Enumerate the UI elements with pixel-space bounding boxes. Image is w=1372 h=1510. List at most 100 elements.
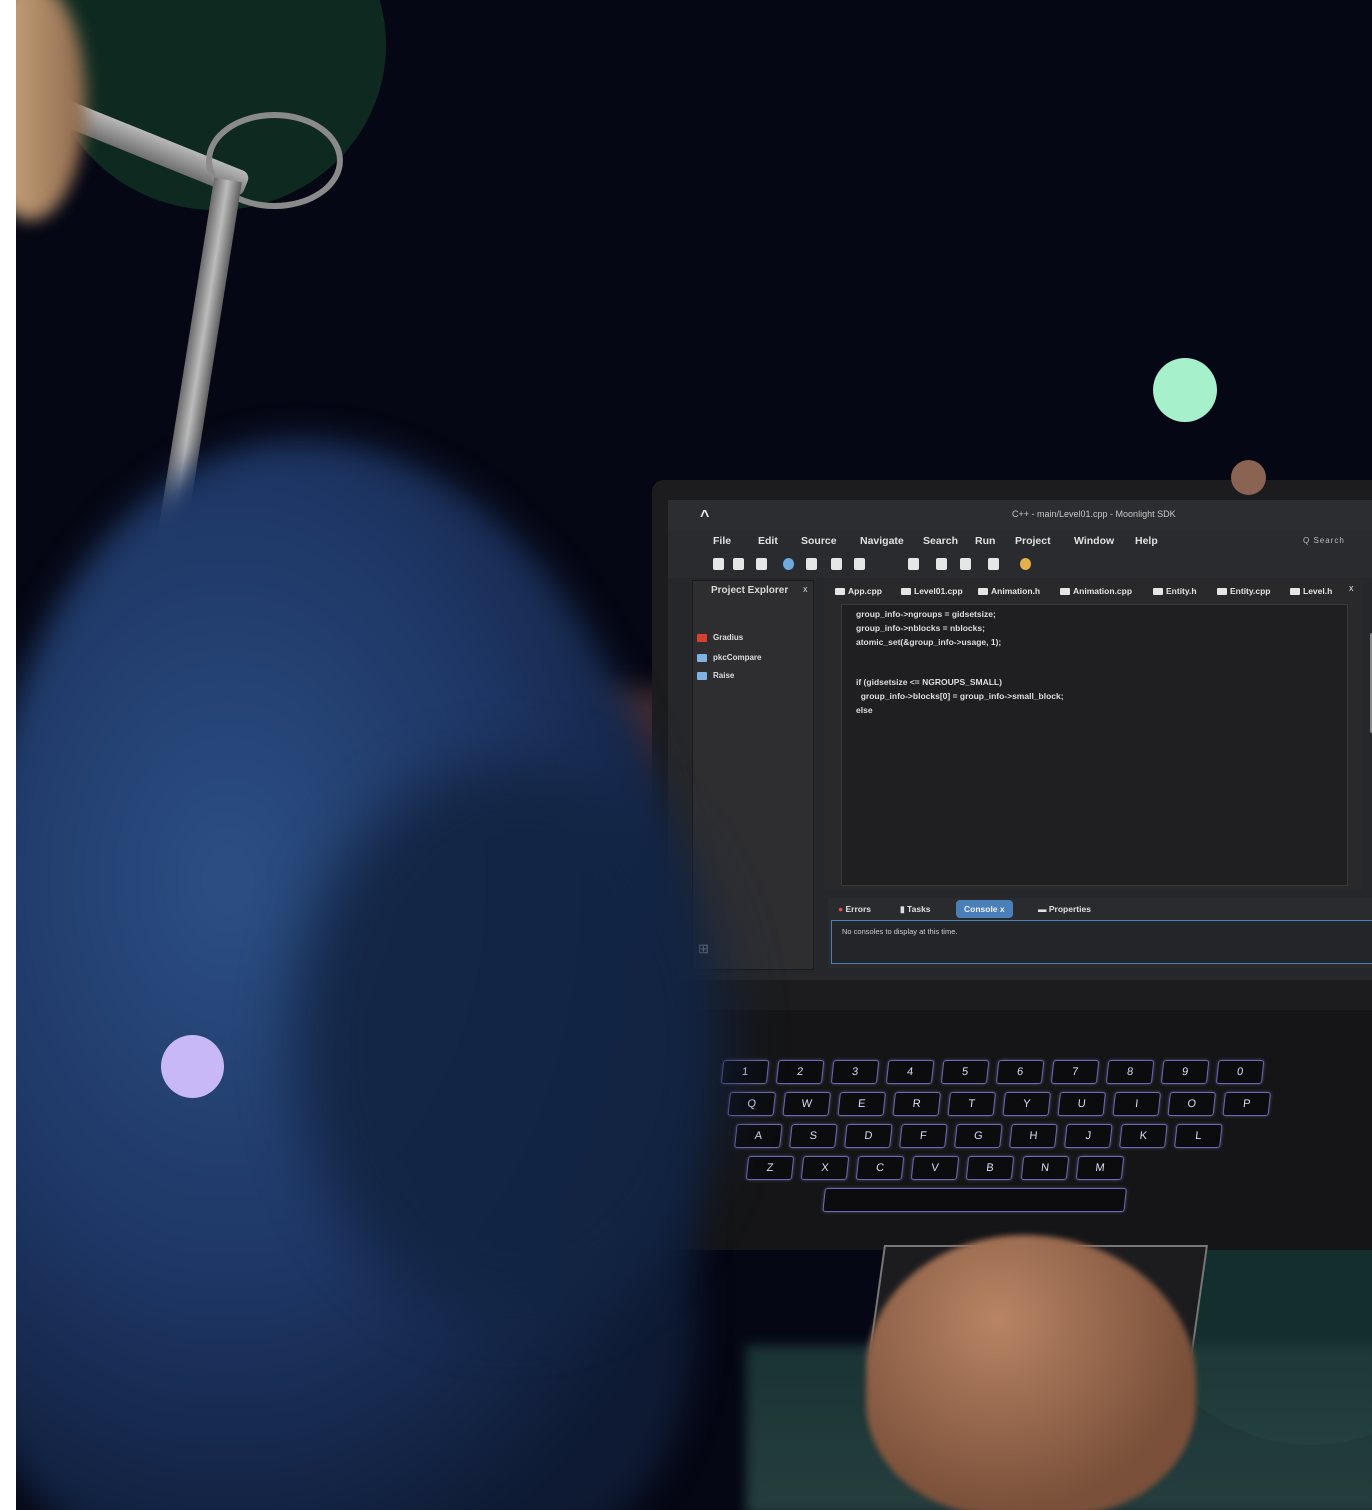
app-logo-icon: ^	[700, 508, 710, 525]
key: Q	[727, 1092, 776, 1116]
folder-icon	[1153, 588, 1163, 596]
folder-icon	[1217, 588, 1227, 596]
code-area[interactable]: group_info->ngroups = gidsetsize; group_…	[841, 604, 1372, 886]
tab-console[interactable]: Console x	[956, 900, 1013, 918]
tab-tasks[interactable]: ▮ Tasks	[900, 904, 931, 915]
search-field[interactable]: Q Search	[1303, 536, 1345, 545]
code-line: if (gidsetsize <= NGROUPS_SMALL)	[856, 677, 1002, 687]
toolbar-calculator-icon[interactable]	[960, 558, 971, 570]
toolbar-document-icon[interactable]	[936, 558, 947, 570]
key: M	[1075, 1156, 1125, 1180]
tree-item-raise[interactable]: Raise	[697, 671, 734, 685]
code-line: group_info->blocks[0] = group_info->smal…	[856, 691, 1064, 701]
tab-entity-h[interactable]: Entity.h	[1153, 586, 1197, 596]
person-shoulder	[296, 760, 726, 1320]
key: W	[782, 1092, 831, 1116]
code-line: atomic_set(&group_info->usage, 1);	[856, 637, 1002, 647]
toolbar-tree-icon[interactable]	[854, 558, 865, 570]
key: G	[954, 1124, 1003, 1148]
toolbar-comment-icon[interactable]	[756, 558, 767, 570]
key: J	[1064, 1124, 1113, 1148]
laptop-keyboard: 1 2 3 4 5 6 7 8 9 0 Q W E R T Y U I O P …	[653, 1010, 1372, 1250]
menu-run[interactable]: Run	[975, 535, 995, 547]
tab-level01-cpp[interactable]: Level01.cpp	[901, 586, 963, 596]
key: R	[892, 1092, 941, 1116]
key: D	[844, 1124, 893, 1148]
project-icon	[697, 633, 707, 642]
toolbar-avatar-icon[interactable]	[1020, 558, 1031, 570]
key: 4	[885, 1060, 935, 1084]
key: O	[1167, 1092, 1216, 1116]
menu-source[interactable]: Source	[801, 535, 837, 547]
key: S	[789, 1124, 838, 1148]
tab-level-h[interactable]: Level.h	[1290, 586, 1332, 596]
key: 2	[775, 1060, 825, 1084]
key: 7	[1050, 1060, 1100, 1084]
close-icon[interactable]: x	[1349, 583, 1354, 593]
code-line: group_info->ngroups = gidsetsize;	[856, 609, 996, 619]
key: L	[1174, 1124, 1223, 1148]
close-icon[interactable]: x	[803, 584, 808, 594]
key: 6	[995, 1060, 1045, 1084]
folder-icon	[835, 588, 845, 596]
tab-properties[interactable]: ▬ Properties	[1038, 904, 1091, 914]
folder-icon	[697, 671, 707, 680]
ide-menubar: File Edit Source Navigate Search Run Pro…	[668, 530, 1372, 552]
key: N	[1020, 1156, 1070, 1180]
menu-search[interactable]: Search	[923, 535, 958, 547]
person-head	[16, 0, 86, 220]
key: Y	[1002, 1092, 1051, 1116]
console-message: No consoles to display at this time.	[842, 927, 958, 936]
key: T	[947, 1092, 996, 1116]
laptop-screen: ^ C++ - main/Level01.cpp - Moonlight SDK…	[668, 500, 1372, 980]
menu-navigate[interactable]: Navigate	[860, 535, 904, 547]
tab-entity-cpp[interactable]: Entity.cpp	[1217, 586, 1270, 596]
tab-errors[interactable]: ● Errors	[838, 904, 871, 914]
code-line: group_info->nblocks = nblocks;	[856, 623, 985, 633]
mint-dot	[1153, 358, 1217, 422]
code-editor: App.cpp Level01.cpp Animation.h Animatio…	[823, 580, 1372, 890]
toolbar-user-icon[interactable]	[908, 558, 919, 570]
key: Z	[745, 1156, 795, 1180]
folder-icon	[697, 653, 707, 662]
toolbar-save-icon[interactable]	[713, 558, 724, 570]
tree-item-pkccompare[interactable]: pkcCompare	[697, 653, 761, 667]
key: U	[1057, 1092, 1106, 1116]
tab-animation-h[interactable]: Animation.h	[978, 586, 1040, 596]
menu-window[interactable]: Window	[1074, 535, 1114, 547]
ide-toolbar	[668, 552, 1372, 578]
menu-file[interactable]: File	[713, 535, 731, 547]
tab-app-cpp[interactable]: App.cpp	[835, 586, 882, 596]
error-dot-icon: ●	[838, 904, 846, 914]
tree-item-gradius[interactable]: Gradius	[697, 633, 743, 647]
console-output: No consoles to display at this time.	[831, 920, 1372, 964]
key: 0	[1215, 1060, 1265, 1084]
editor-tabstrip: App.cpp Level01.cpp Animation.h Animatio…	[823, 580, 1363, 602]
close-icon[interactable]: x	[1000, 904, 1005, 914]
key: C	[855, 1156, 905, 1180]
folder-icon: ▬	[1038, 904, 1049, 914]
toolbar-monitor-icon[interactable]	[988, 558, 999, 570]
key: P	[1222, 1092, 1271, 1116]
key: 1	[720, 1060, 770, 1084]
ide-titlebar: ^ C++ - main/Level01.cpp - Moonlight SDK	[668, 500, 1372, 530]
menu-project[interactable]: Project	[1015, 535, 1051, 547]
key: F	[899, 1124, 948, 1148]
key: E	[837, 1092, 886, 1116]
key: 8	[1105, 1060, 1155, 1084]
folder-icon	[978, 588, 988, 596]
menu-help[interactable]: Help	[1135, 535, 1158, 547]
spacebar-key	[822, 1188, 1127, 1212]
key: I	[1112, 1092, 1161, 1116]
folder-icon	[1060, 588, 1070, 596]
key: V	[910, 1156, 960, 1180]
toolbar-file-icon[interactable]	[806, 558, 817, 570]
toolbar-globe-icon[interactable]	[783, 558, 794, 570]
folder-icon	[901, 588, 911, 596]
toolbar-folder-icon[interactable]	[831, 558, 842, 570]
key: K	[1119, 1124, 1168, 1148]
tab-animation-cpp[interactable]: Animation.cpp	[1060, 586, 1132, 596]
toolbar-bookmark-icon[interactable]	[733, 558, 744, 570]
menu-edit[interactable]: Edit	[758, 535, 778, 547]
key: 9	[1160, 1060, 1210, 1084]
